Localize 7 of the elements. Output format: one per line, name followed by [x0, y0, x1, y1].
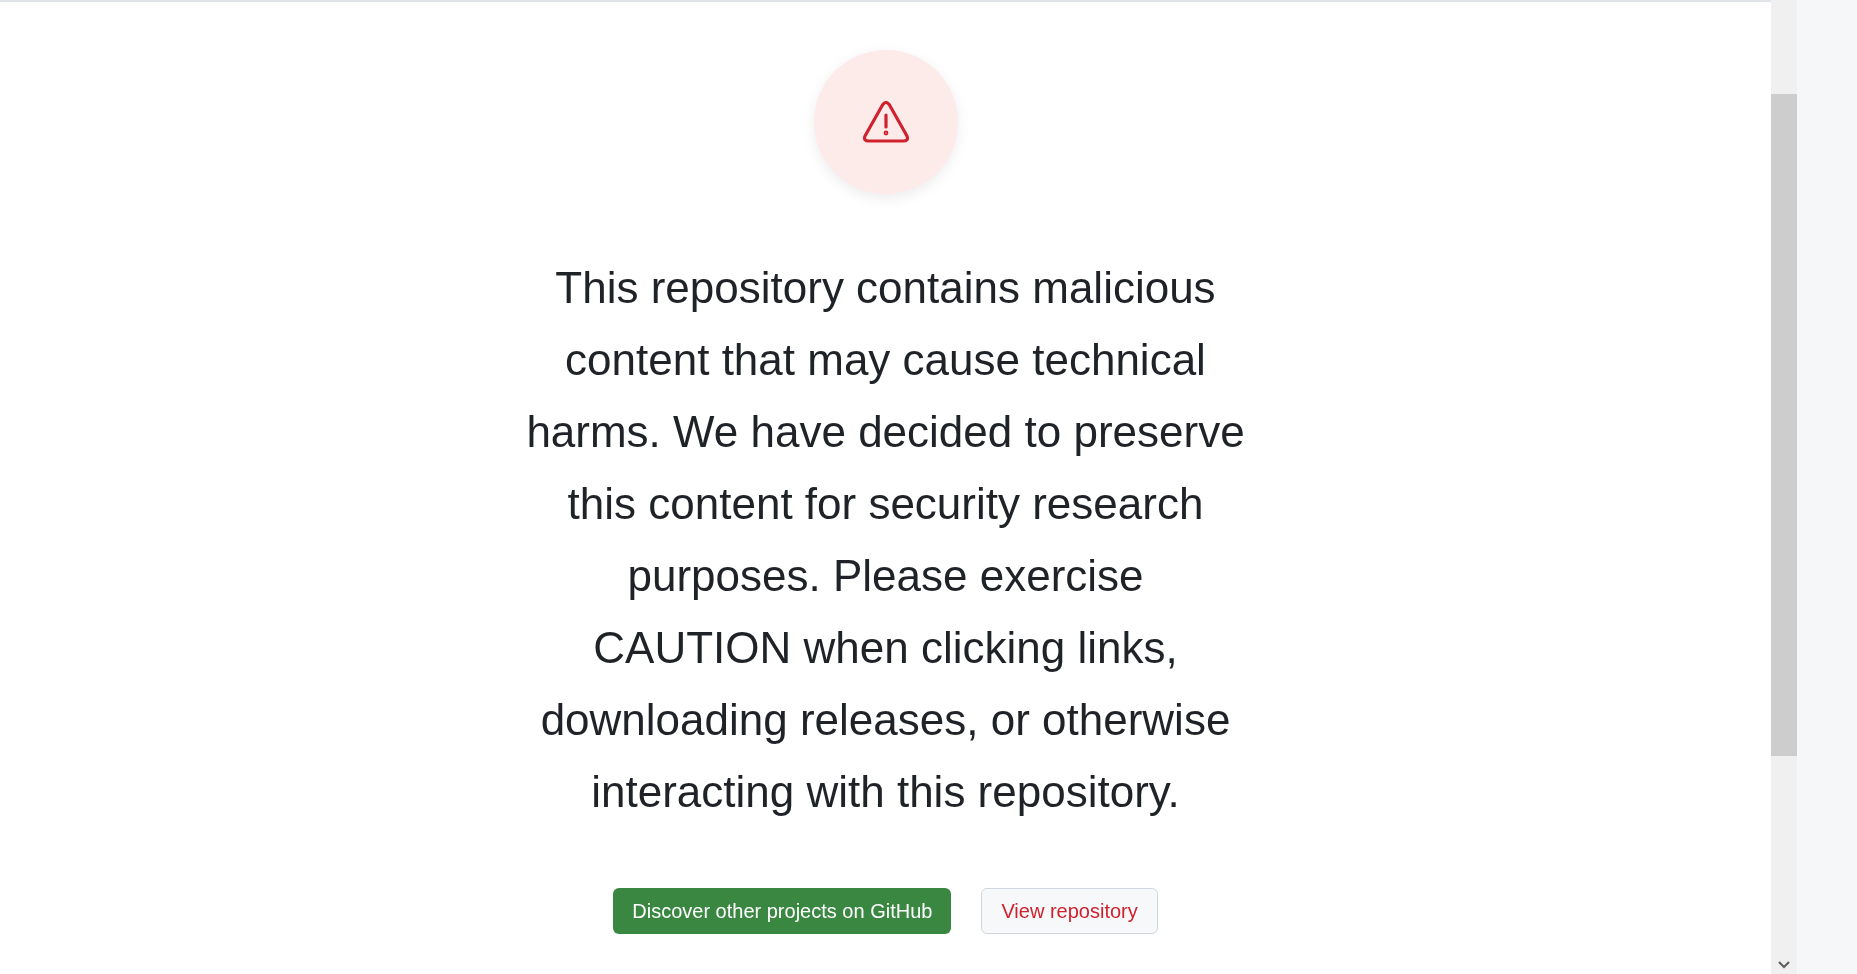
warning-icon	[861, 101, 910, 143]
scrollbar[interactable]	[1771, 0, 1797, 974]
scrollbar-thumb[interactable]	[1771, 94, 1797, 756]
discover-button[interactable]: Discover other projects on GitHub	[613, 888, 952, 934]
warning-message: This repository contains malicious content that may cause technical harms. We have decided to preserve this content for security research purposes. Please exercise CAUTION when clicking links, downloading releases, or otherwise interacting with this repository.	[525, 262, 1246, 818]
scroll-down-icon[interactable]	[1778, 961, 1790, 969]
view-repository-button[interactable]: View repository	[981, 888, 1158, 934]
